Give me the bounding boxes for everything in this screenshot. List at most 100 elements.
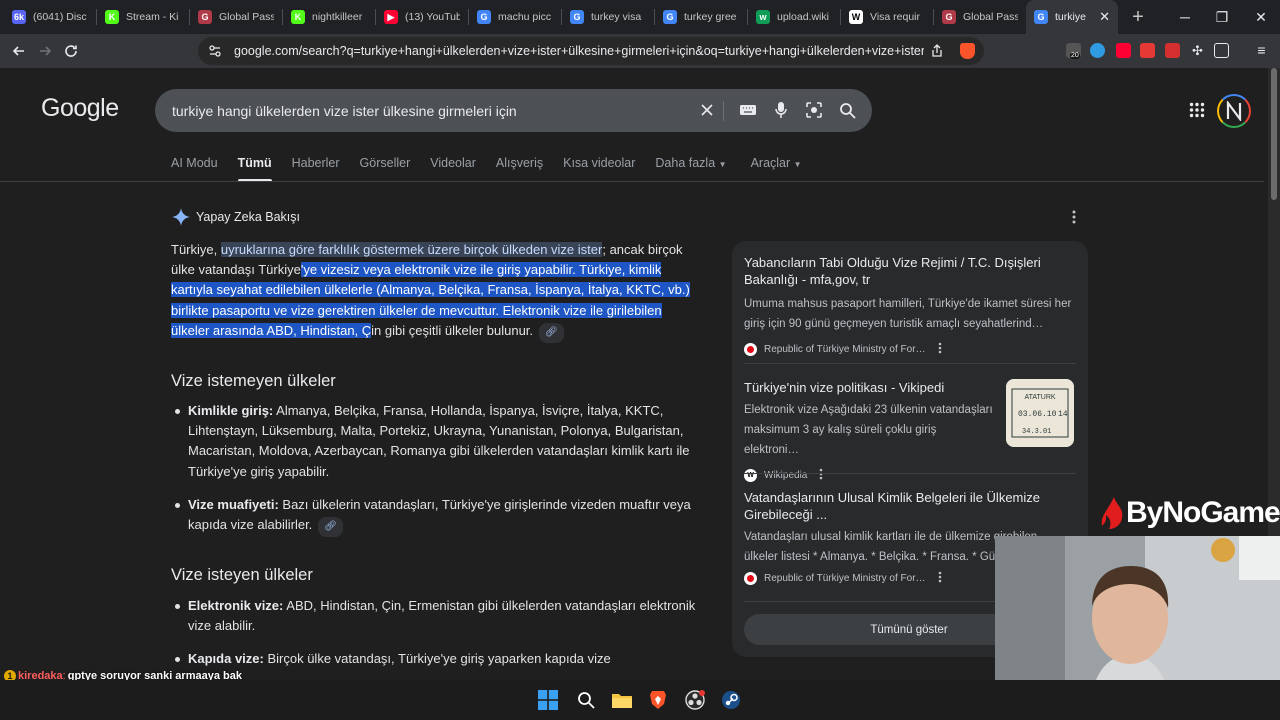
browser-tab[interactable]: G Global Pass	[934, 0, 1026, 34]
source-divider	[744, 473, 1076, 474]
source-link-button[interactable]: 🔗︎	[539, 322, 564, 344]
site-info-icon[interactable]	[208, 44, 222, 58]
close-icon	[701, 104, 713, 116]
tab-all[interactable]: Tümü	[237, 156, 272, 182]
reload-button[interactable]	[58, 38, 84, 64]
voice-search-button[interactable]	[770, 99, 792, 121]
tab-title: nightkilleer	[312, 11, 363, 23]
browser-tab[interactable]: Gmachu picc	[469, 0, 561, 34]
obs-icon	[685, 690, 705, 710]
scrollbar-thumb[interactable]	[1271, 68, 1277, 200]
tab-short-videos[interactable]: Kısa videolar	[563, 156, 635, 182]
lens-search-button[interactable]	[803, 99, 825, 121]
tab-close-icon[interactable]: ✕	[1099, 9, 1110, 25]
wikipedia-icon: W	[744, 469, 757, 482]
browser-tab-active[interactable]: Gturkiye ✕	[1026, 0, 1118, 34]
list-item: Kimlikle giriş: Almanya, Belçika, Fransa…	[175, 401, 700, 482]
brave-shield-icon[interactable]	[960, 43, 975, 59]
minimize-button[interactable]: ─	[1166, 0, 1204, 34]
search-extension-icon[interactable]	[1140, 43, 1155, 58]
browser-tab[interactable]: Knightkilleer	[283, 0, 375, 34]
ai-overview-header: Yapay Zeka Bakışı	[172, 208, 300, 226]
apps-grid-button[interactable]	[1189, 102, 1205, 118]
search-input[interactable]	[172, 102, 672, 119]
source-card[interactable]: Yabancıların Tabi Olduğu Vize Rejimi / T…	[744, 254, 1074, 357]
source-title[interactable]: Vatandaşlarının Ulusal Kimlik Belgeleri …	[744, 489, 1074, 523]
tab-favicon-icon: K	[105, 10, 119, 24]
passport-stamp-thumbnail[interactable]: ATATURK 03.06.10 14 34.3.01	[1006, 379, 1074, 447]
tab-images[interactable]: Görseller	[360, 156, 411, 182]
browser-tab[interactable]: 6k (6041) Disc	[4, 0, 96, 34]
ai-overview-more-button[interactable]	[1072, 210, 1076, 227]
more-vert-icon[interactable]	[938, 342, 942, 357]
link-icon: 🔗︎	[324, 521, 337, 533]
source-snippet: Elektronik vize Aşağıdaki 23 ülkenin vat…	[744, 404, 993, 456]
browser-tab[interactable]: K Stream - Ki	[97, 0, 189, 34]
more-vert-icon[interactable]	[819, 468, 823, 483]
source-card[interactable]: Türkiye'nin vize politikası - Vikipedi E…	[744, 379, 994, 483]
highlighted-text[interactable]: uyruklarına göre farklılık göstermek üze…	[220, 242, 603, 257]
source-title[interactable]: Türkiye'nin vize politikası - Vikipedi	[744, 379, 994, 396]
new-tab-button[interactable]: +	[1128, 6, 1148, 29]
tab-strip: 6k (6041) Disc K Stream - Ki G Global Pass Kni…	[0, 0, 1280, 34]
youtube-extension-icon[interactable]	[1116, 43, 1131, 58]
google-logo[interactable]: Google	[41, 94, 119, 123]
share-icon[interactable]	[930, 44, 944, 58]
sidebar-icon[interactable]	[1214, 43, 1229, 58]
bynogame-overlay-logo: ByNoGame	[1100, 496, 1280, 530]
list-item-label: Kimlikle giriş:	[188, 403, 274, 418]
list-item: Kapıda vize: Birçok ülke vatandaşı, Türk…	[175, 649, 700, 669]
url-text[interactable]: google.com/search?q=turkiye+hangi+ülkele…	[234, 44, 924, 58]
caret-down-icon: ▼	[793, 160, 802, 169]
steam-app-button[interactable]	[720, 689, 742, 711]
browser-tab[interactable]: G Global Pass	[190, 0, 282, 34]
close-window-button[interactable]: ✕	[1242, 0, 1280, 34]
maximize-button[interactable]: ❐	[1203, 0, 1241, 34]
windows-start-button[interactable]	[537, 689, 559, 711]
source-title[interactable]: Yabancıların Tabi Olduğu Vize Rejimi / T…	[744, 254, 1074, 288]
file-explorer-button[interactable]	[611, 689, 633, 711]
arrow-right-icon	[40, 46, 52, 56]
address-bar[interactable]: google.com/search?q=turkiye+hangi+ülkele…	[198, 37, 984, 65]
browser-tab[interactable]: W Visa requir	[841, 0, 933, 34]
account-avatar[interactable]	[1217, 94, 1251, 128]
list-item-label: Vize muafiyeti:	[188, 496, 279, 512]
tab-shopping[interactable]: Alışveriş	[496, 156, 543, 182]
section-title-visa-required: Vize isteyen ülkeler	[171, 566, 313, 584]
list-item: Vize muafiyeti: Bazı ülkelerin vatandaşl…	[175, 495, 700, 538]
source-site: W Wikipedia	[744, 468, 994, 483]
tab-title: turkey visa	[591, 11, 642, 23]
ministry-icon	[744, 572, 757, 585]
text-segment: Türkiye,	[171, 242, 221, 257]
forward-button[interactable]	[32, 38, 58, 64]
tab-more[interactable]: Daha fazla ▼	[655, 156, 726, 182]
tab-tools[interactable]: Araçlar ▼	[751, 156, 802, 182]
reload-icon	[65, 45, 77, 57]
tab-news[interactable]: Haberler	[292, 156, 340, 182]
menu-icon[interactable]: ≡	[1254, 43, 1269, 58]
browser-tab[interactable]: Gturkey gree	[655, 0, 747, 34]
extension-counter-icon[interactable]: 20	[1066, 43, 1081, 59]
source-link-button[interactable]: 🔗︎	[318, 517, 343, 538]
tab-videos[interactable]: Videolar	[430, 156, 476, 182]
shazam-extension-icon[interactable]	[1090, 43, 1105, 58]
back-button[interactable]	[6, 38, 32, 64]
search-button[interactable]	[836, 99, 858, 121]
visa-required-list: Elektronik vize: ABD, Hindistan, Çin, Er…	[175, 596, 700, 683]
clear-search-button[interactable]	[696, 99, 718, 121]
puzzle-icon[interactable]: ✣	[1190, 43, 1205, 58]
tab-ai-mode[interactable]: AI Modu	[171, 156, 218, 182]
tab-favicon-icon: G	[663, 10, 677, 24]
tp-extension-icon[interactable]	[1165, 43, 1180, 58]
more-vert-icon[interactable]	[938, 571, 942, 586]
keyboard-button[interactable]	[737, 99, 759, 121]
tab-favicon-icon: G	[1034, 10, 1048, 24]
taskbar	[0, 680, 1280, 720]
taskbar-search-button[interactable]	[575, 689, 597, 711]
browser-tab[interactable]: Gturkey visa	[562, 0, 654, 34]
search-box[interactable]	[155, 89, 872, 132]
browser-tab[interactable]: w upload.wiki	[748, 0, 840, 34]
obs-app-button[interactable]	[684, 689, 706, 711]
browser-tab[interactable]: ▶ (13) YouTub	[376, 0, 468, 34]
brave-browser-button[interactable]	[647, 689, 669, 711]
